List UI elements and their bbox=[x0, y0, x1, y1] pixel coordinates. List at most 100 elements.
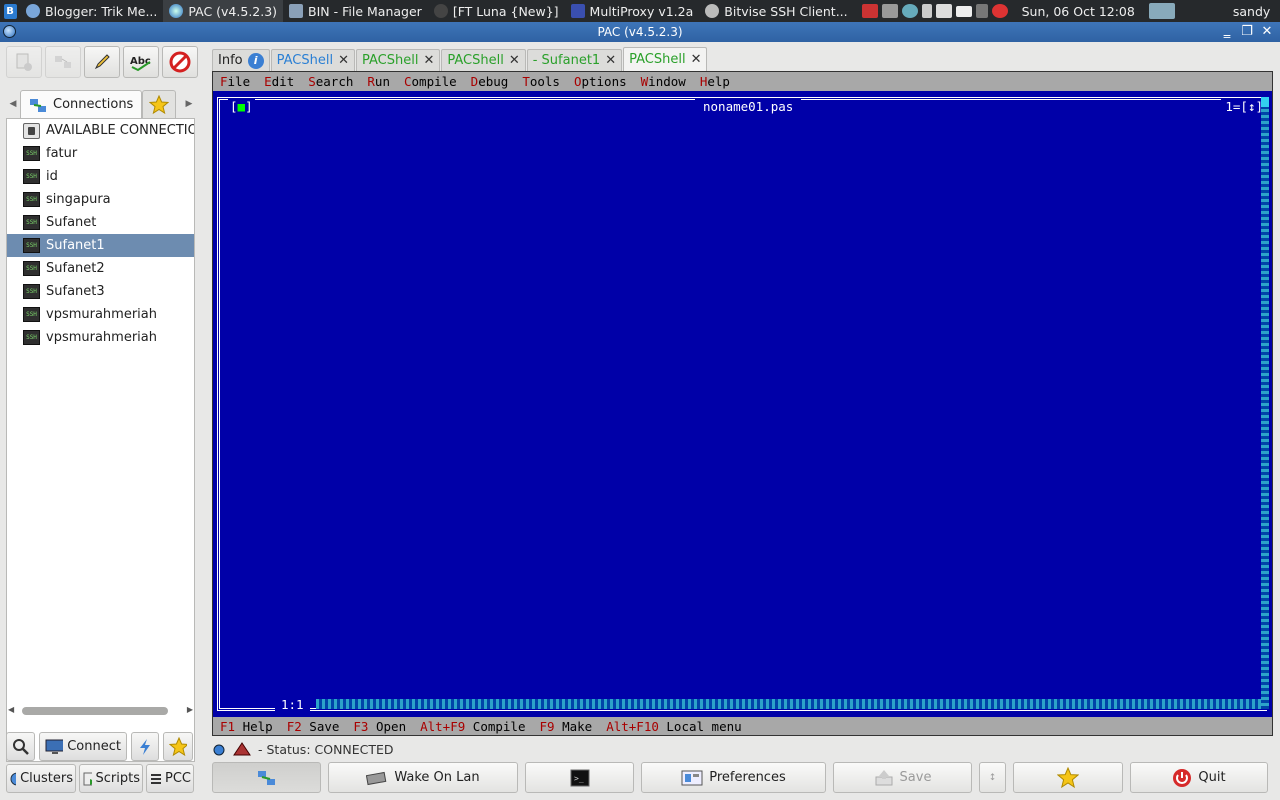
clock[interactable]: Sun, 06 Oct 12:08 bbox=[1022, 4, 1135, 19]
scroll-left-icon[interactable]: ◀ bbox=[8, 705, 14, 714]
tab-pacshell-active[interactable]: PACShell ✕ bbox=[623, 47, 708, 71]
editor-vertical-scrollbar[interactable] bbox=[1261, 97, 1269, 709]
sort-button[interactable]: ↕ bbox=[979, 762, 1006, 793]
desktop-icon[interactable] bbox=[1148, 3, 1175, 19]
ssh-icon: SSH bbox=[23, 238, 40, 253]
preferences-button[interactable]: Preferences bbox=[641, 762, 826, 793]
volume-icon[interactable] bbox=[935, 4, 952, 18]
browser-icon bbox=[26, 4, 40, 18]
minimize-button[interactable]: ‗ bbox=[1220, 24, 1234, 39]
tree-item-fatur[interactable]: SSH fatur bbox=[7, 142, 194, 165]
status-save[interactable]: F2 Save bbox=[287, 719, 340, 734]
tree-item-sufanet1[interactable]: SSH Sufanet1 bbox=[7, 234, 194, 257]
close-tab-icon[interactable]: ✕ bbox=[691, 52, 702, 67]
tree-item-sufanet2[interactable]: SSH Sufanet2 bbox=[7, 257, 194, 280]
task-ft-luna[interactable]: [FT Luna {New}] bbox=[428, 0, 565, 22]
battery-icon[interactable] bbox=[921, 4, 932, 18]
search-button[interactable] bbox=[6, 732, 35, 761]
close-tab-icon[interactable]: ✕ bbox=[605, 53, 616, 68]
rename-button[interactable]: Abc bbox=[123, 46, 159, 78]
flag-icon[interactable] bbox=[861, 4, 878, 18]
user-name[interactable]: sandy bbox=[1233, 4, 1278, 19]
delete-button[interactable] bbox=[162, 46, 198, 78]
update-icon[interactable] bbox=[991, 4, 1008, 18]
editor-horizontal-scrollbar[interactable] bbox=[316, 699, 1266, 709]
tree-root-available[interactable]: AVAILABLE CONNECTIONS bbox=[7, 119, 194, 142]
menu-edit[interactable]: Edit bbox=[264, 74, 294, 89]
menu-window[interactable]: Window bbox=[641, 74, 686, 89]
status-make[interactable]: F9 Make bbox=[539, 719, 592, 734]
connect-button[interactable]: Connect bbox=[39, 732, 127, 761]
status-open[interactable]: F3 Open bbox=[353, 719, 406, 734]
tab-connections[interactable]: Connections bbox=[20, 90, 143, 118]
tree-item-sufanet3[interactable]: SSH Sufanet3 bbox=[7, 280, 194, 303]
close-window-button[interactable]: ✕ bbox=[1260, 24, 1274, 39]
pcc-button[interactable]: PCC bbox=[146, 764, 194, 793]
tab-pacshell-2[interactable]: PACShell ✕ bbox=[355, 49, 441, 71]
close-tab-icon[interactable]: ✕ bbox=[509, 53, 520, 68]
mail-icon[interactable] bbox=[955, 5, 972, 17]
status-help[interactable]: F1 Help bbox=[220, 719, 273, 734]
edit-button[interactable] bbox=[84, 46, 120, 78]
status-compile[interactable]: Alt+F9 Compile bbox=[420, 719, 525, 734]
search-icon bbox=[13, 738, 29, 755]
tree-horizontal-scrollbar[interactable]: ◀ ▶ bbox=[6, 704, 195, 718]
scrollbar-thumb[interactable] bbox=[22, 707, 168, 715]
task-blogger[interactable]: Blogger: Trik Me... bbox=[20, 0, 163, 22]
tab-pacshell-1[interactable]: PACShell ✕ bbox=[270, 49, 355, 71]
ssh-icon: SSH bbox=[23, 192, 40, 207]
tab-favourites[interactable] bbox=[142, 90, 177, 118]
tab-sufanet1[interactable]: - Sufanet1 ✕ bbox=[526, 49, 623, 71]
tree-item-sufanet[interactable]: SSH Sufanet bbox=[7, 211, 194, 234]
terminal-button[interactable]: >_ bbox=[525, 762, 634, 793]
add-connection-button[interactable] bbox=[6, 46, 42, 78]
tree-item-singapura[interactable]: SSH singapura bbox=[7, 188, 194, 211]
svg-text:Abc: Abc bbox=[130, 56, 151, 67]
clusters-button[interactable]: Clusters bbox=[6, 764, 76, 793]
wake-on-lan-button[interactable]: Wake On Lan bbox=[328, 762, 518, 793]
close-tab-icon[interactable]: ✕ bbox=[338, 53, 349, 68]
network-icon[interactable] bbox=[881, 4, 898, 18]
bottom-toolbar: Wake On Lan >_ Preferences Save ↕ Quit bbox=[212, 762, 1268, 793]
cursor-position: 1:1 bbox=[275, 697, 310, 712]
favourites-button[interactable] bbox=[1013, 762, 1123, 793]
task-file-manager[interactable]: BIN - File Manager bbox=[283, 0, 428, 22]
folder-icon bbox=[289, 4, 304, 18]
menu-run[interactable]: Run bbox=[367, 74, 390, 89]
save-button[interactable]: Save bbox=[833, 762, 972, 793]
editor-area[interactable]: [■] noname01.pas 1=[↕] 1:1 bbox=[213, 91, 1272, 717]
menu-help[interactable]: Help bbox=[700, 74, 730, 89]
quick-connect-button[interactable] bbox=[131, 732, 159, 761]
terminal-view[interactable]: File Edit Search Run Compile Debug Tools… bbox=[212, 71, 1273, 736]
toggle-tree-button[interactable] bbox=[212, 762, 321, 793]
tab-scroll-left-icon[interactable]: ◀ bbox=[6, 90, 20, 118]
menu-tools[interactable]: Tools bbox=[522, 74, 560, 89]
tab-pacshell-3[interactable]: PACShell ✕ bbox=[441, 49, 526, 71]
scripts-button[interactable]: Scripts bbox=[79, 764, 143, 793]
quit-button[interactable]: Quit bbox=[1130, 762, 1268, 793]
task-pac[interactable]: PAC (v4.5.2.3) bbox=[163, 0, 284, 22]
close-tab-icon[interactable]: ✕ bbox=[423, 53, 434, 68]
menu-file[interactable]: File bbox=[220, 74, 250, 89]
app-menu-icon[interactable]: B bbox=[0, 0, 20, 22]
tree-item-vpsmurahmeriah-2[interactable]: SSH vpsmurahmeriah bbox=[7, 326, 194, 349]
tab-scroll-right-icon[interactable]: ▶ bbox=[182, 90, 196, 118]
signal-icon[interactable] bbox=[975, 4, 988, 18]
star-icon bbox=[1057, 766, 1079, 788]
tree-item-vpsmurahmeriah[interactable]: SSH vpsmurahmeriah bbox=[7, 303, 194, 326]
task-multiproxy[interactable]: MultiProxy v1.2a bbox=[565, 0, 700, 22]
add-favourite-button[interactable] bbox=[163, 732, 193, 761]
menu-search[interactable]: Search bbox=[308, 74, 353, 89]
menu-debug[interactable]: Debug bbox=[471, 74, 509, 89]
maximize-button[interactable]: ❐ bbox=[1240, 24, 1254, 39]
add-group-button[interactable] bbox=[45, 46, 81, 78]
status-local-menu[interactable]: Alt+F10 Local menu bbox=[606, 719, 741, 734]
tree-item-id[interactable]: SSH id bbox=[7, 165, 194, 188]
menu-compile[interactable]: Compile bbox=[404, 74, 457, 89]
task-bitvise[interactable]: Bitvise SSH Client... bbox=[699, 0, 853, 22]
scroll-right-icon[interactable]: ▶ bbox=[187, 705, 193, 714]
globe-icon[interactable] bbox=[901, 4, 918, 18]
tab-info[interactable]: Info i bbox=[212, 49, 270, 71]
editor-close-box[interactable]: [■] bbox=[228, 99, 255, 114]
menu-options[interactable]: Options bbox=[574, 74, 627, 89]
